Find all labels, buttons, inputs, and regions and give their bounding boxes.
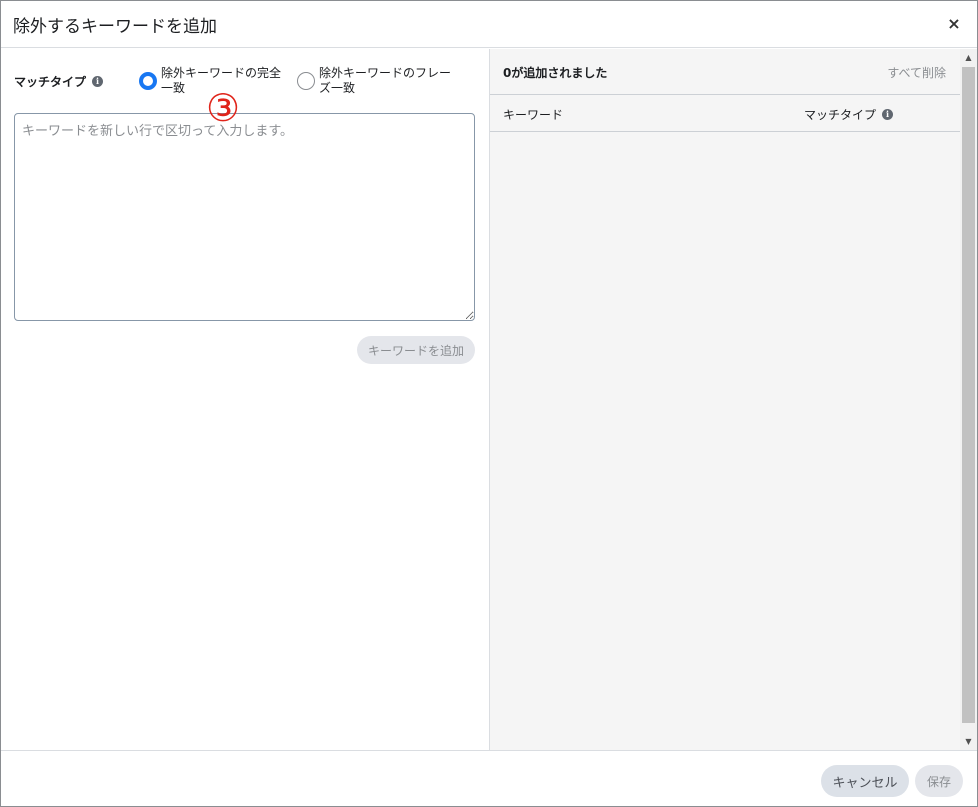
delete-all-link[interactable]: すべて削除 xyxy=(887,64,946,81)
column-header-match-type: マッチタイプ i xyxy=(804,106,894,123)
added-keywords-panel: 0が追加されました すべて削除 キーワード マッチタイプ i xyxy=(490,49,960,750)
column-header-keyword: キーワード xyxy=(503,108,564,122)
info-icon[interactable]: i xyxy=(882,109,894,120)
dialog-header: 除外するキーワードを追加 × xyxy=(1,1,977,48)
step-annotation-marker: ③ xyxy=(206,86,241,130)
vertical-scrollbar[interactable]: ▲ ▼ xyxy=(960,49,977,750)
added-count-text: 0が追加されました xyxy=(503,66,608,80)
dialog-footer: キャンセル 保存 xyxy=(1,750,977,806)
scroll-up-arrow-icon[interactable]: ▲ xyxy=(960,49,977,66)
dialog-title: 除外するキーワードを追加 xyxy=(13,17,217,37)
save-button[interactable]: 保存 xyxy=(915,765,963,797)
keywords-table-header: キーワード マッチタイプ i xyxy=(490,94,960,132)
add-negative-keywords-dialog: 除外するキーワードを追加 × マッチタイプ i 除外キーワードの完全一致 除外キ… xyxy=(0,0,978,807)
match-type-label-text: マッチタイプ xyxy=(14,75,87,89)
match-type-phrase-label: 除外キーワードのフレーズ一致 xyxy=(319,66,452,95)
info-icon[interactable]: i xyxy=(92,76,104,87)
keyword-entry-panel: マッチタイプ i 除外キーワードの完全一致 除外キーワードのフレーズ一致 ③ キ… xyxy=(1,49,489,750)
match-type-label: マッチタイプ i xyxy=(14,73,104,90)
cancel-button[interactable]: キャンセル xyxy=(821,765,909,797)
radio-selected-icon[interactable] xyxy=(139,72,157,90)
match-type-phrase-option[interactable]: 除外キーワードのフレーズ一致 xyxy=(297,66,457,96)
close-icon[interactable]: × xyxy=(945,15,963,33)
radio-unselected-icon[interactable] xyxy=(297,72,315,90)
scrollbar-thumb[interactable] xyxy=(962,67,975,723)
scroll-down-arrow-icon[interactable]: ▼ xyxy=(960,733,977,750)
add-keywords-button[interactable]: キーワードを追加 xyxy=(357,336,475,364)
column-header-match-type-label: マッチタイプ xyxy=(804,108,877,122)
keywords-input[interactable] xyxy=(14,113,475,321)
